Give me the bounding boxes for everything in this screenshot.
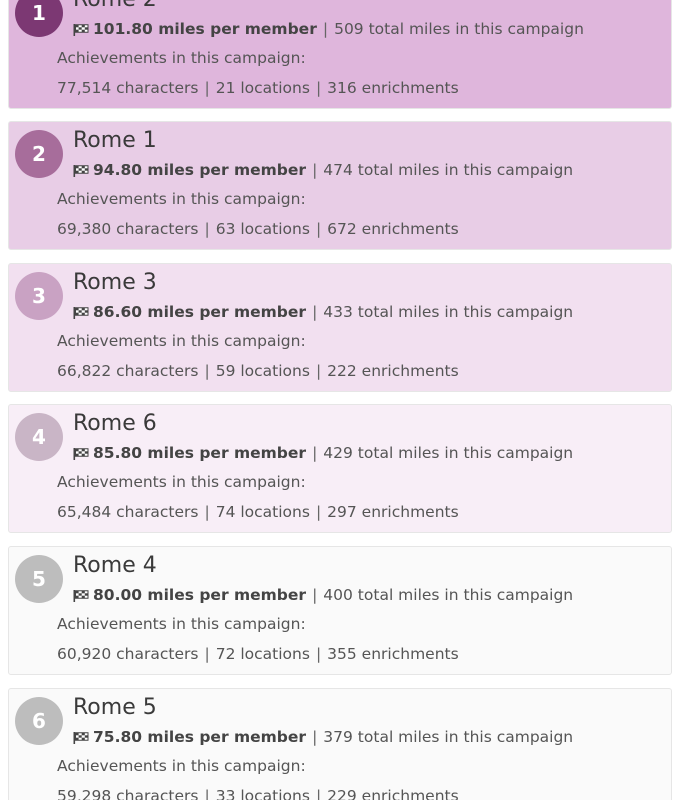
achievements-label: Achievements in this campaign: <box>57 190 306 208</box>
team-name: Rome 6 <box>73 411 157 436</box>
separator: | <box>315 79 322 97</box>
checkered-flag-icon <box>73 163 89 181</box>
characters-count: 77,514 characters <box>57 79 199 97</box>
team-card: 3 Rome 3 86.60 miles per member | 433 total … <box>8 263 672 392</box>
separator: | <box>204 220 210 238</box>
separator: | <box>315 362 322 380</box>
separator: | <box>312 444 318 462</box>
achievements-label: Achievements in this campaign: <box>57 49 306 67</box>
characters-count: 66,822 characters <box>57 362 199 380</box>
enrichments-count: 355 enrichments <box>327 645 459 663</box>
miles-per-member: 101.80 miles per member <box>93 20 317 38</box>
separator: | <box>315 503 322 521</box>
characters-count: 69,380 characters <box>57 220 199 238</box>
enrichments-count: 316 enrichments <box>327 79 459 97</box>
enrichments-count: 297 enrichments <box>327 503 459 521</box>
team-card: 2 Rome 1 94.80 miles per member | 474 total … <box>8 121 672 250</box>
miles-summary: 94.80 miles per member | 474 total miles i… <box>73 161 573 181</box>
rank-badge: 6 <box>15 697 63 745</box>
miles-summary: 75.80 miles per member | 379 total miles i… <box>73 728 573 748</box>
total-miles: 400 total miles in this campaign <box>323 586 574 604</box>
achievements-label: Achievements in this campaign: <box>57 757 306 775</box>
miles-per-member: 94.80 miles per member <box>93 161 307 179</box>
miles-summary: 80.00 miles per member | 400 total miles i… <box>73 586 573 606</box>
separator: | <box>204 362 210 380</box>
locations-count: 72 locations <box>215 645 310 663</box>
total-miles: 429 total miles in this campaign <box>323 444 574 462</box>
enrichments-count: 229 enrichments <box>327 787 459 800</box>
checkered-flag-icon <box>73 305 89 323</box>
achievement-stats: 69,380 characters | 63 locations | 672 enric… <box>57 220 459 238</box>
miles-per-member: 75.80 miles per member <box>93 728 307 746</box>
rank-badge: 2 <box>15 130 63 178</box>
locations-count: 63 locations <box>215 220 310 238</box>
total-miles: 379 total miles in this campaign <box>323 728 574 746</box>
enrichments-count: 672 enrichments <box>327 220 459 238</box>
achievements-label: Achievements in this campaign: <box>57 473 306 491</box>
team-card: 5 Rome 4 80.00 miles per member | 400 total … <box>8 546 672 675</box>
team-name: Rome 4 <box>73 553 157 578</box>
separator: | <box>315 220 322 238</box>
locations-count: 21 locations <box>215 79 310 97</box>
rank-badge: 3 <box>15 272 63 320</box>
checkered-flag-icon <box>73 588 89 606</box>
team-name: Rome 2 <box>73 0 157 12</box>
checkered-flag-icon <box>73 22 89 40</box>
checkered-flag-icon <box>73 730 89 748</box>
achievement-stats: 66,822 characters | 59 locations | 222 enric… <box>57 362 459 380</box>
separator: | <box>315 787 322 800</box>
separator: | <box>322 20 329 38</box>
locations-count: 33 locations <box>215 787 310 800</box>
separator: | <box>204 79 210 97</box>
leaderboard: 1 Rome 2 101.80 miles per member | 509 total… <box>0 0 673 800</box>
achievement-stats: 77,514 characters | 21 locations | 316 enric… <box>57 79 459 97</box>
team-card: 1 Rome 2 101.80 miles per member | 509 total… <box>8 0 672 109</box>
separator: | <box>312 161 318 179</box>
team-name: Rome 3 <box>73 270 157 295</box>
miles-summary: 85.80 miles per member | 429 total miles i… <box>73 444 573 464</box>
separator: | <box>204 503 210 521</box>
team-name: Rome 5 <box>73 695 157 720</box>
characters-count: 65,484 characters <box>57 503 199 521</box>
separator: | <box>312 303 318 321</box>
locations-count: 59 locations <box>215 362 310 380</box>
miles-per-member: 80.00 miles per member <box>93 586 307 604</box>
separator: | <box>204 645 210 663</box>
rank-badge: 5 <box>15 555 63 603</box>
achievements-label: Achievements in this campaign: <box>57 332 306 350</box>
miles-per-member: 85.80 miles per member <box>93 444 307 462</box>
team-card: 4 Rome 6 85.80 miles per member | 429 total … <box>8 404 672 533</box>
separator: | <box>312 586 318 604</box>
team-name: Rome 1 <box>73 128 157 153</box>
achievements-label: Achievements in this campaign: <box>57 615 306 633</box>
locations-count: 74 locations <box>215 503 310 521</box>
rank-badge: 1 <box>15 0 63 37</box>
separator: | <box>315 645 322 663</box>
total-miles: 433 total miles in this campaign <box>323 303 574 321</box>
team-card: 6 Rome 5 75.80 miles per member | 379 total … <box>8 688 672 800</box>
rank-badge: 4 <box>15 413 63 461</box>
miles-per-member: 86.60 miles per member <box>93 303 307 321</box>
checkered-flag-icon <box>73 446 89 464</box>
miles-summary: 86.60 miles per member | 433 total miles i… <box>73 303 573 323</box>
enrichments-count: 222 enrichments <box>327 362 459 380</box>
characters-count: 60,920 characters <box>57 645 199 663</box>
characters-count: 59,298 characters <box>57 787 199 800</box>
separator: | <box>204 787 210 800</box>
achievement-stats: 59,298 characters | 33 locations | 229 enric… <box>57 787 459 800</box>
achievement-stats: 60,920 characters | 72 locations | 355 enric… <box>57 645 459 663</box>
separator: | <box>312 728 318 746</box>
total-miles: 509 total miles in this campaign <box>334 20 584 38</box>
miles-summary: 101.80 miles per member | 509 total miles … <box>73 20 584 40</box>
total-miles: 474 total miles in this campaign <box>323 161 574 179</box>
achievement-stats: 65,484 characters | 74 locations | 297 enric… <box>57 503 459 521</box>
